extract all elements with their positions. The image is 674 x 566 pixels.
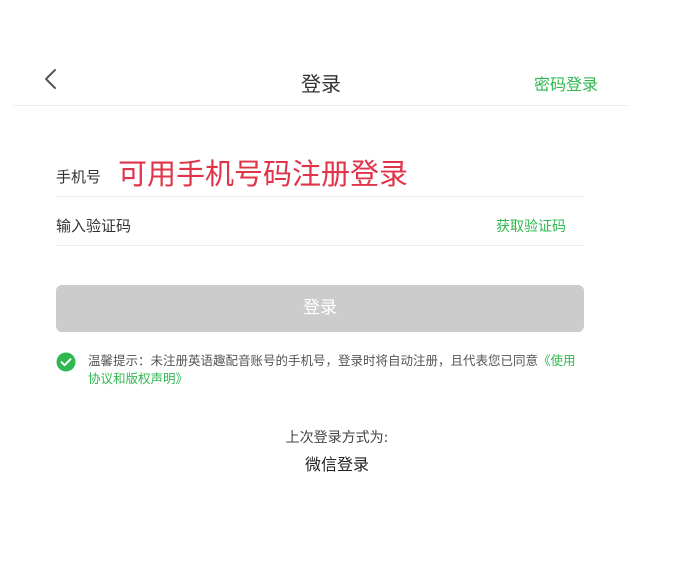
last-login-method: 微信登录 [304,455,369,474]
code-row: 输入验证码 获取验证码 [56,201,584,246]
get-code-button[interactable]: 获取验证码 [496,216,566,236]
chevron-left-icon [45,69,56,89]
agreement-notice: 温馨提示：未注册英语趣配音账号的手机号，登录时将自动注册，且代表您已同意 [88,353,539,368]
agreement-text: 温馨提示：未注册英语趣配音账号的手机号，登录时将自动注册，且代表您已同意《使用协… [88,352,588,388]
nav-bar: 登录 密码登录 [14,55,628,106]
phone-label: 手机号 [56,168,102,186]
last-login-label: 上次登录方式为: [285,430,389,446]
back-button[interactable] [38,65,66,93]
phone-input[interactable] [118,152,578,196]
last-login-info: 上次登录方式为: 微信登录 [0,428,674,476]
agreement-checkbox[interactable] [56,352,76,372]
login-button[interactable]: 登录 [56,285,584,332]
phone-row: 手机号 [56,152,584,197]
password-login-link[interactable]: 密码登录 [534,71,598,95]
check-circle-icon [56,352,76,372]
